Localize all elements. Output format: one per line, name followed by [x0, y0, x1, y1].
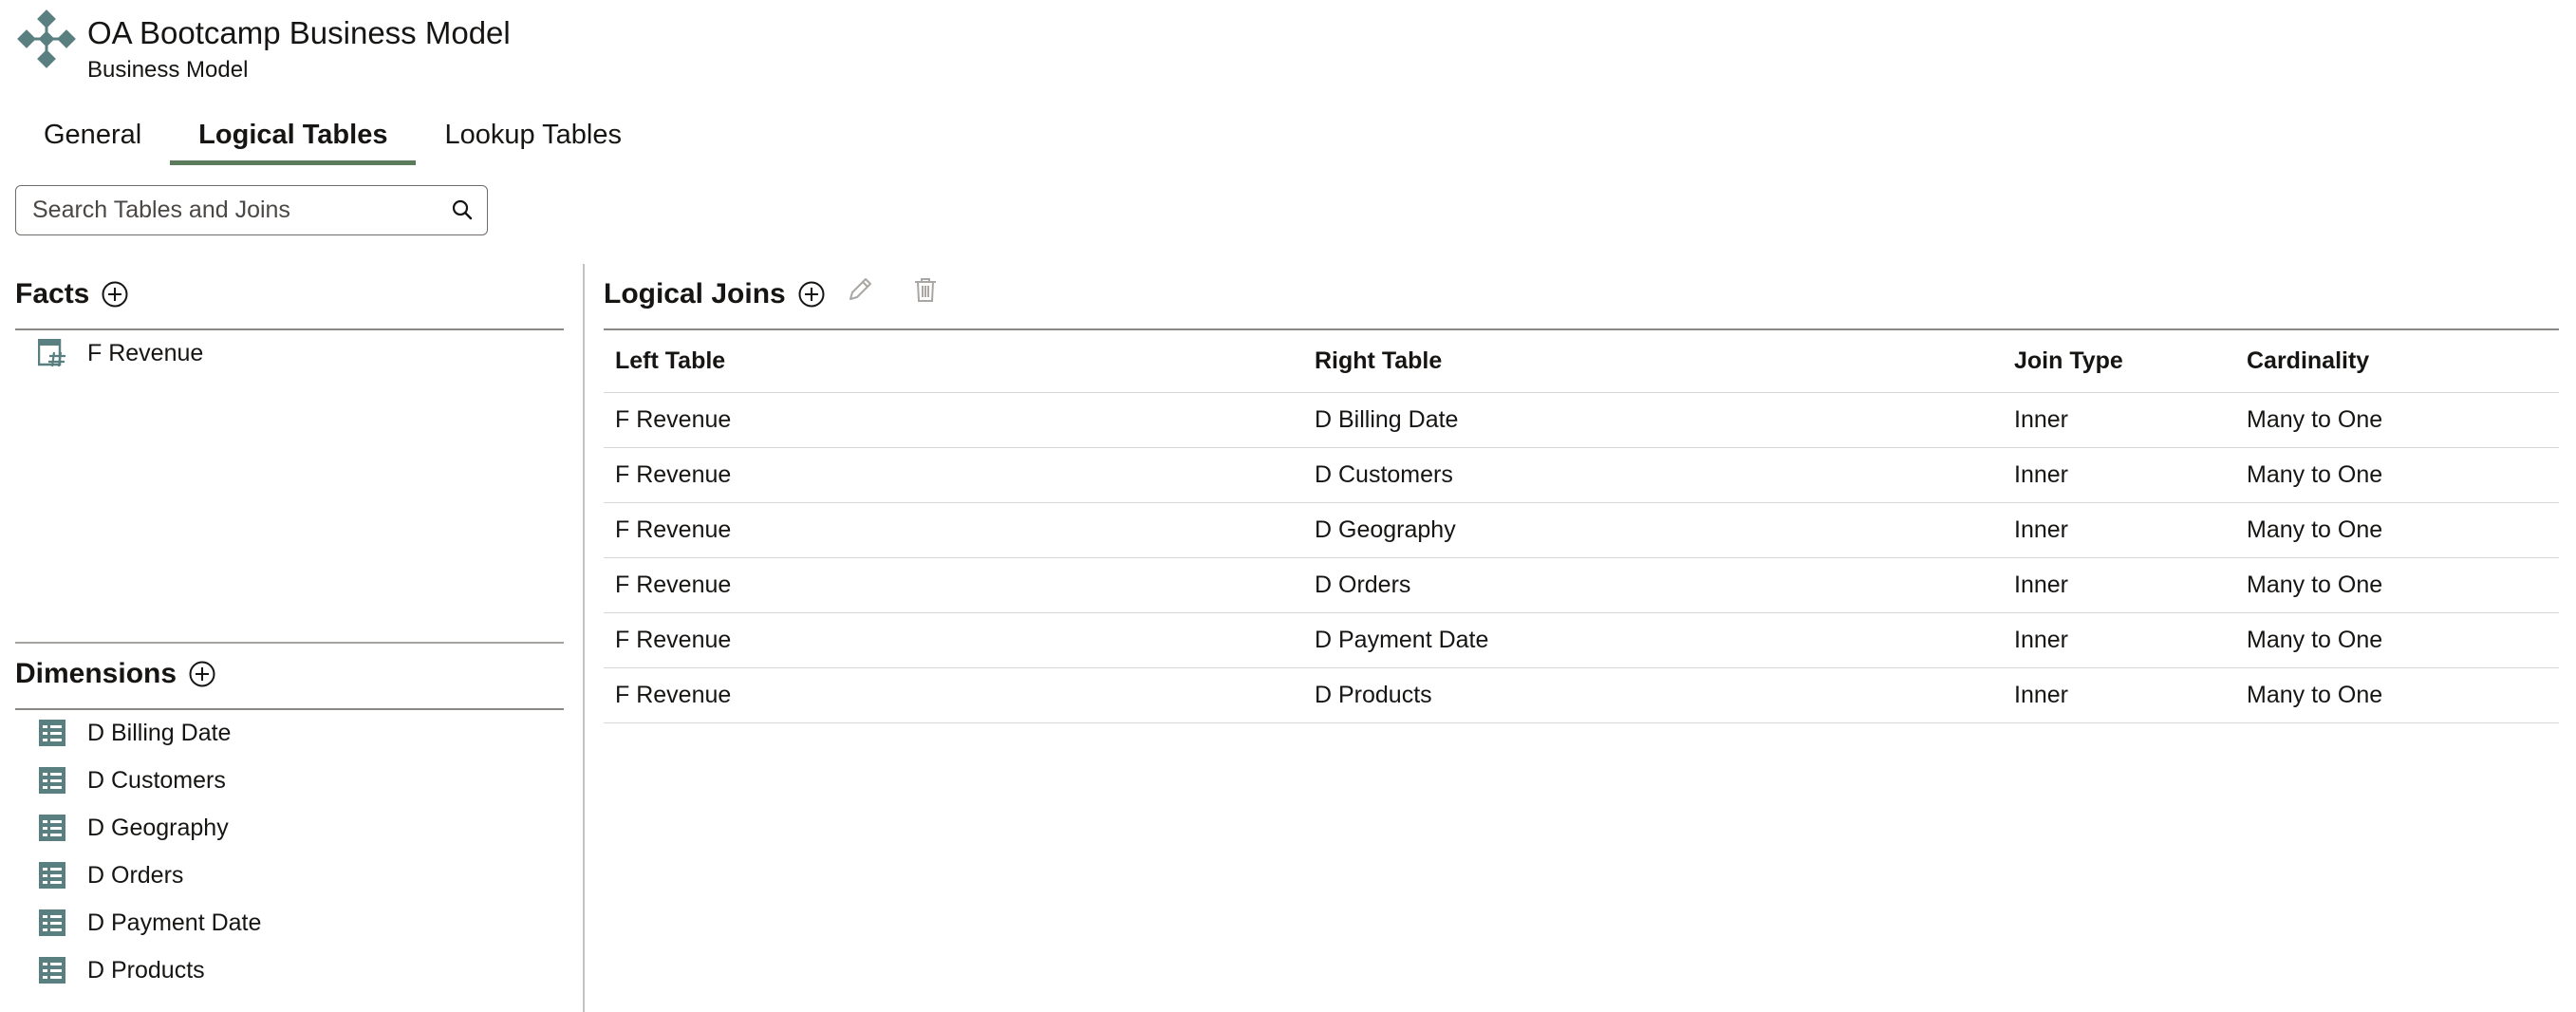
- delete-join-icon[interactable]: [911, 275, 940, 304]
- dimension-item[interactable]: D Billing Date: [38, 714, 231, 752]
- dimension-item-label: D Products: [87, 956, 205, 984]
- fact-item-label: F Revenue: [87, 339, 204, 366]
- table-row[interactable]: F Revenue D Customers Inner Many to One: [604, 447, 2559, 503]
- right-table-cell: D Billing Date: [1303, 392, 2003, 448]
- table-row[interactable]: F Revenue D Products Inner Many to One: [604, 667, 2559, 723]
- left-table-cell: F Revenue: [604, 392, 1303, 448]
- join-type-cell: Inner: [2003, 392, 2235, 448]
- dimension-table-icon: [39, 767, 65, 794]
- join-type-cell: Inner: [2003, 447, 2235, 503]
- cardinality-cell: Many to One: [2235, 612, 2559, 668]
- dimension-item[interactable]: D Customers: [38, 761, 226, 799]
- right-table-cell: D Payment Date: [1303, 612, 2003, 668]
- column-header-right-table[interactable]: Right Table: [1303, 329, 2003, 393]
- join-type-cell: Inner: [2003, 667, 2235, 723]
- tab-general[interactable]: General: [15, 108, 170, 165]
- fact-item[interactable]: F Revenue: [38, 334, 203, 372]
- dimension-table-icon: [39, 720, 65, 746]
- table-row[interactable]: F Revenue D Payment Date Inner Many to O…: [604, 612, 2559, 668]
- join-type-cell: Inner: [2003, 502, 2235, 558]
- cardinality-cell: Many to One: [2235, 502, 2559, 558]
- cardinality-cell: Many to One: [2235, 392, 2559, 448]
- dimension-item-label: D Billing Date: [87, 719, 232, 746]
- cardinality-cell: Many to One: [2235, 557, 2559, 613]
- add-fact-icon[interactable]: [101, 280, 129, 309]
- logical-joins-header: Logical Joins: [604, 278, 826, 310]
- logical-joins-table: Left Table Right Table Join Type Cardina…: [604, 329, 2559, 723]
- left-table-cell: F Revenue: [604, 557, 1303, 613]
- column-header-join-type[interactable]: Join Type: [2003, 329, 2235, 393]
- tab-lookup-tables[interactable]: Lookup Tables: [416, 108, 650, 165]
- dimensions-divider: [15, 708, 564, 710]
- facts-dimensions-separator: [15, 642, 564, 644]
- left-table-cell: F Revenue: [604, 612, 1303, 668]
- right-table-cell: D Customers: [1303, 447, 2003, 503]
- dimension-item[interactable]: D Orders: [38, 856, 183, 894]
- logical-joins-title: Logical Joins: [604, 278, 786, 309]
- business-model-icon: [17, 9, 76, 68]
- add-join-icon[interactable]: [797, 280, 826, 309]
- dimension-item[interactable]: D Geography: [38, 809, 229, 847]
- dimension-item[interactable]: D Payment Date: [38, 904, 261, 942]
- dimension-table-icon: [39, 909, 65, 936]
- left-table-cell: F Revenue: [604, 447, 1303, 503]
- dimensions-header: Dimensions: [15, 658, 216, 690]
- dimension-item-label: D Customers: [87, 766, 226, 794]
- dimension-item-label: D Payment Date: [87, 909, 262, 936]
- search-icon[interactable]: [451, 198, 474, 221]
- facts-title: Facts: [15, 278, 90, 309]
- tab-bar: General Logical Tables Lookup Tables: [15, 108, 650, 165]
- dimensions-title: Dimensions: [15, 658, 177, 689]
- facts-header: Facts: [15, 278, 129, 310]
- dimension-item-label: D Orders: [87, 861, 184, 889]
- table-header-row: Left Table Right Table Join Type Cardina…: [604, 329, 2559, 393]
- left-table-cell: F Revenue: [604, 667, 1303, 723]
- fact-table-icon: [38, 339, 65, 367]
- page-subtitle: Business Model: [87, 57, 249, 83]
- dimension-item-label: D Geography: [87, 814, 229, 841]
- edit-join-icon[interactable]: [846, 275, 874, 304]
- right-table-cell: D Products: [1303, 667, 2003, 723]
- table-row[interactable]: F Revenue D Billing Date Inner Many to O…: [604, 392, 2559, 448]
- facts-divider: [15, 328, 564, 330]
- left-table-cell: F Revenue: [604, 502, 1303, 558]
- column-header-cardinality[interactable]: Cardinality: [2235, 329, 2559, 393]
- cardinality-cell: Many to One: [2235, 667, 2559, 723]
- add-dimension-icon[interactable]: [188, 660, 216, 688]
- dimension-table-icon: [39, 862, 65, 889]
- search-input[interactable]: [16, 186, 434, 234]
- page-title: OA Bootcamp Business Model: [87, 15, 511, 50]
- dimension-item[interactable]: D Products: [38, 951, 205, 989]
- tab-logical-tables[interactable]: Logical Tables: [170, 108, 417, 165]
- column-header-left-table[interactable]: Left Table: [604, 329, 1303, 393]
- join-type-cell: Inner: [2003, 612, 2235, 668]
- dimension-table-icon: [39, 815, 65, 841]
- search-box: [15, 185, 488, 235]
- dimension-table-icon: [39, 957, 65, 984]
- table-row[interactable]: F Revenue D Geography Inner Many to One: [604, 502, 2559, 558]
- right-table-cell: D Geography: [1303, 502, 2003, 558]
- cardinality-cell: Many to One: [2235, 447, 2559, 503]
- panel-divider[interactable]: [583, 264, 585, 1012]
- right-table-cell: D Orders: [1303, 557, 2003, 613]
- table-row[interactable]: F Revenue D Orders Inner Many to One: [604, 557, 2559, 613]
- join-type-cell: Inner: [2003, 557, 2235, 613]
